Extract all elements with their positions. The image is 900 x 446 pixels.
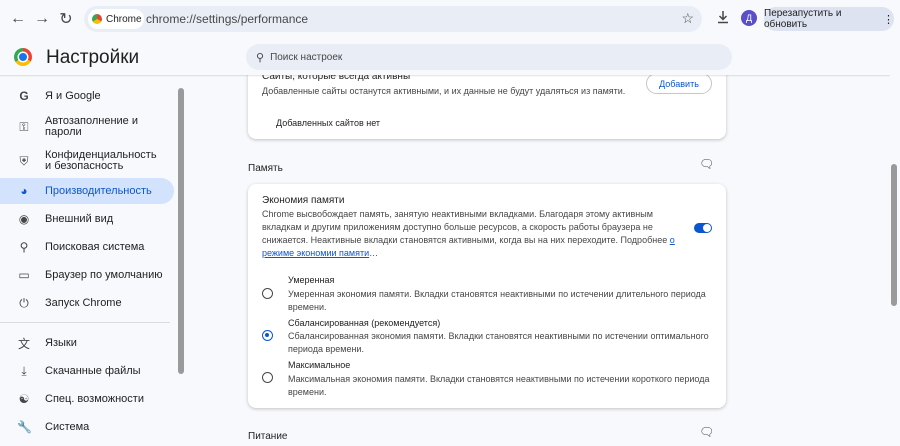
power-icon: ⏻ bbox=[19, 295, 29, 310]
bookmark-star-icon[interactable]: ☆ bbox=[681, 10, 694, 27]
speedometer-icon: ◕ bbox=[20, 184, 28, 198]
google-icon: G bbox=[19, 89, 29, 103]
sidebar-scrollbar[interactable] bbox=[178, 88, 184, 374]
chrome-logo-icon bbox=[92, 14, 102, 24]
more-menu-icon[interactable]: ⋮ bbox=[883, 13, 894, 26]
option-balanced-description: Сбалансированная экономия памяти. Вкладк… bbox=[288, 331, 709, 354]
browser-icon: ▭ bbox=[18, 268, 30, 282]
sidebar-item-privacy[interactable]: ⛨ Конфиденциальность и безопасность bbox=[0, 145, 174, 177]
radio-balanced[interactable] bbox=[262, 330, 273, 341]
radio-moderate[interactable] bbox=[262, 288, 273, 299]
sidebar-item-downloads[interactable]: ⤓ Скачанные файлы bbox=[0, 358, 174, 384]
sidebar-item-appearance[interactable]: ◉ Внешний вид bbox=[0, 206, 174, 232]
option-moderate-label: Умеренная bbox=[288, 275, 335, 285]
accessibility-icon: ☯ bbox=[18, 392, 30, 406]
site-info-chip[interactable]: Chrome bbox=[88, 9, 144, 29]
memory-saver-toggle[interactable] bbox=[694, 223, 712, 233]
sidebar-item-autofill[interactable]: ⚿ Автозаполнение и пароли bbox=[0, 111, 174, 143]
sidebar-item-on-startup[interactable]: ⏻ Запуск Chrome bbox=[0, 290, 174, 316]
address-bar[interactable]: Chrome chrome://settings/performance ☆ bbox=[84, 6, 702, 32]
search-icon: ⚲ bbox=[256, 51, 265, 64]
power-section-title: Питание bbox=[248, 431, 288, 442]
palette-icon: ◉ bbox=[18, 212, 30, 226]
sidebar-item-performance[interactable]: ◕ Производительность bbox=[0, 178, 174, 204]
download-icon: ⤓ bbox=[21, 363, 27, 378]
wrench-icon: 🔧 bbox=[17, 420, 32, 434]
memory-saver-description: Chrome высвобождает память, занятую неак… bbox=[262, 209, 675, 258]
header-shadow bbox=[0, 75, 890, 77]
sidebar-item-you-and-google[interactable]: G Я и Google bbox=[0, 83, 174, 109]
sidebar-item-search-engine[interactable]: ⚲ Поисковая система bbox=[0, 234, 174, 260]
option-moderate-description: Умеренная экономия памяти. Вкладки стано… bbox=[288, 289, 706, 312]
memory-section-title: Память bbox=[248, 163, 283, 174]
download-icon[interactable] bbox=[716, 10, 730, 29]
chrome-logo-icon bbox=[14, 48, 32, 66]
always-active-description: Добавленные сайты останутся активными, и… bbox=[262, 86, 626, 96]
search-icon: ⚲ bbox=[19, 240, 29, 254]
translate-icon: 文 bbox=[17, 336, 30, 351]
no-sites-text: Добавленных сайтов нет bbox=[276, 118, 381, 128]
reload-icon[interactable]: ↻ bbox=[56, 9, 76, 29]
option-balanced-label: Сбалансированная (рекомендуется) bbox=[288, 318, 441, 328]
url-text[interactable]: chrome://settings/performance bbox=[146, 12, 308, 26]
relaunch-label: Перезапустить и обновить bbox=[764, 8, 842, 30]
page-title: Настройки bbox=[46, 47, 140, 68]
sidebar-divider bbox=[0, 322, 170, 323]
shield-icon: ⛨ bbox=[19, 153, 29, 168]
feedback-icon[interactable]: 🗨 bbox=[699, 157, 714, 171]
memory-card: Экономия памяти Chrome высвобождает памя… bbox=[248, 184, 726, 408]
main-scrollbar[interactable] bbox=[891, 164, 897, 306]
forward-icon[interactable]: → bbox=[32, 9, 52, 29]
profile-avatar[interactable]: Д bbox=[741, 10, 757, 26]
sidebar-item-languages[interactable]: 文 Языки bbox=[0, 330, 174, 356]
settings-search-input[interactable]: ⚲ Поиск настроек bbox=[246, 44, 732, 70]
sidebar-item-accessibility[interactable]: ☯ Спец. возможности bbox=[0, 386, 174, 412]
back-icon[interactable]: ← bbox=[8, 9, 28, 29]
key-icon: ⚿ bbox=[19, 119, 29, 134]
option-maximum-description: Максимальная экономия памяти. Вкладки ст… bbox=[288, 374, 710, 397]
feedback-icon[interactable]: 🗨 bbox=[699, 425, 714, 439]
sidebar-item-system[interactable]: 🔧 Система bbox=[0, 414, 174, 440]
chip-label: Chrome bbox=[106, 13, 142, 25]
memory-saver-title: Экономия памяти bbox=[262, 195, 345, 206]
browser-toolbar: ← → ↻ Chrome chrome://settings/performan… bbox=[0, 0, 900, 38]
sidebar-item-default-browser[interactable]: ▭ Браузер по умолчанию bbox=[0, 262, 174, 288]
option-maximum-label: Максимальное bbox=[288, 360, 351, 370]
relaunch-update-button[interactable]: Перезапустить и обновить ⋮ bbox=[764, 7, 894, 31]
search-placeholder: Поиск настроек bbox=[270, 51, 343, 63]
radio-maximum[interactable] bbox=[262, 372, 273, 383]
